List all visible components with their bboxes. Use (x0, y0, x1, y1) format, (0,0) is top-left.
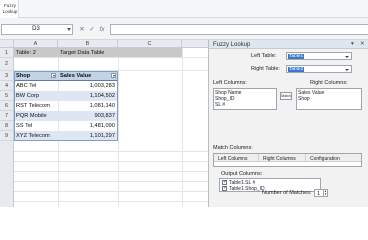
match-columns-table[interactable]: Left Columns Right Columns Configuration (213, 153, 362, 167)
ribbon-button-label-line2: Lookup (2, 9, 18, 14)
formula-bar: D3 ✕ ✓ fx (0, 18, 368, 40)
row-header-7[interactable]: 7 (0, 111, 14, 121)
filter-dropdown-icon[interactable] (111, 73, 116, 78)
pane-title-bar: Fuzzy Lookup ▾ ✕ (209, 40, 368, 49)
pane-title: Fuzzy Lookup (213, 41, 251, 48)
right-table-value: Table2 (288, 67, 305, 72)
cell-shop[interactable]: ABC Tel (16, 83, 56, 89)
grid-line (118, 48, 119, 207)
filter-dropdown-icon[interactable] (51, 73, 56, 78)
cell-shop[interactable]: PQR Mobile (16, 113, 56, 119)
grid-line (14, 161, 208, 162)
column-divider (258, 154, 259, 162)
row-header-8[interactable]: 8 (0, 121, 14, 131)
column-header-c[interactable]: C (118, 40, 182, 48)
list-item[interactable]: Shop (298, 96, 310, 102)
list-item[interactable]: SL # (215, 102, 225, 108)
left-table-select[interactable]: Table1 (286, 52, 352, 60)
row-header-6[interactable]: 6 (0, 101, 14, 111)
pane-options-icon[interactable]: ▾ (351, 41, 354, 47)
chevron-down-icon[interactable] (345, 68, 349, 71)
right-columns-label: Right Columns: (310, 80, 348, 86)
cell-shop[interactable]: SS Tel (16, 123, 56, 129)
cell-shop[interactable]: RST Telecom (16, 103, 56, 109)
name-box[interactable]: D3 (1, 24, 73, 35)
column-divider (305, 154, 306, 162)
row-header-5[interactable]: 5 (0, 91, 14, 101)
ribbon-button-label-line1: Fuzzy (3, 3, 16, 8)
row-header-1[interactable]: 1 (0, 48, 14, 58)
right-columns-list[interactable]: Sales Value Shop (296, 88, 362, 110)
cell-sales-value[interactable]: 903,837 (60, 113, 115, 119)
cancel-icon[interactable]: ✕ (78, 24, 86, 35)
match-button[interactable]: Match (280, 92, 292, 100)
table-header-sales-value[interactable]: Sales Value (60, 73, 110, 79)
cell-sales-value[interactable]: 1,104,502 (60, 93, 115, 99)
left-columns-list[interactable]: Shop Name Shop_ID SL # (213, 88, 277, 110)
fx-icon[interactable]: fx (98, 24, 106, 35)
select-all-corner[interactable] (0, 40, 14, 48)
left-table-value: Table1 (288, 54, 305, 59)
cell-b1[interactable]: Target Data Table (60, 50, 170, 56)
output-columns-label: Output Columns: (221, 171, 263, 177)
left-columns-label: Left Columns: (213, 80, 247, 86)
match-header-left[interactable]: Left Columns (218, 156, 247, 162)
fuzzy-lookup-ribbon-button[interactable]: Fuzzy Lookup (0, 0, 19, 18)
grid-line (14, 191, 208, 192)
row-header-2[interactable]: 2 (0, 58, 14, 71)
number-of-matches-stepper[interactable]: 1 ▲ ▼ (314, 189, 328, 197)
number-of-matches-label: Number of Matches: (262, 190, 312, 196)
chevron-down-icon[interactable] (67, 28, 71, 31)
close-icon[interactable]: ✕ (360, 41, 365, 47)
enter-icon[interactable]: ✓ (88, 24, 96, 35)
row-header-9[interactable]: 9 (0, 131, 14, 141)
list-item: Table1.Shop_ID (229, 186, 265, 192)
row-header-4[interactable]: 4 (0, 81, 14, 91)
match-columns-label: Match Columns: (213, 145, 253, 151)
cell-sales-value[interactable]: 1,481,090 (60, 123, 115, 129)
match-header-configuration[interactable]: Configuration (310, 156, 340, 162)
column-header-a[interactable]: A (14, 40, 58, 48)
row-header-3[interactable]: 3 (0, 71, 14, 81)
column-header-d[interactable] (182, 40, 208, 48)
cell-shop[interactable]: BW Corp (16, 93, 56, 99)
column-header-b[interactable]: B (58, 40, 118, 48)
name-box-value: D3 (32, 26, 40, 32)
cell-shop[interactable]: XYZ Telecom (16, 133, 56, 139)
grid-line (182, 48, 183, 207)
match-header-right[interactable]: Right Columns (263, 156, 296, 162)
right-table-select[interactable]: Table2 (286, 65, 352, 73)
grid-line (14, 181, 208, 182)
number-of-matches-value: 1 (317, 191, 321, 197)
right-table-label: Right Table: (251, 66, 280, 72)
ribbon: Fuzzy Lookup (0, 0, 368, 18)
grid-line (14, 201, 208, 202)
grid-line (14, 57, 208, 58)
stepper-arrows-icon[interactable]: ▲ ▼ (323, 190, 327, 196)
cell-sales-value[interactable]: 1,101,297 (60, 133, 115, 139)
grid-line (14, 171, 208, 172)
row-header-empty (0, 141, 14, 207)
cell-a1[interactable]: Table: 2 (16, 50, 56, 56)
output-column-checkbox[interactable] (222, 185, 227, 191)
grid-line (14, 151, 208, 152)
chevron-down-icon[interactable] (345, 55, 349, 58)
left-table-label: Left Table: (251, 53, 277, 59)
formula-input[interactable] (110, 24, 368, 35)
cell-sales-value[interactable]: 1,003,283 (60, 83, 115, 89)
match-columns-header: Left Columns Right Columns Configuration (214, 154, 361, 162)
table-header-shop[interactable]: Shop (16, 73, 50, 79)
cell-sales-value[interactable]: 1,081,140 (60, 103, 115, 109)
